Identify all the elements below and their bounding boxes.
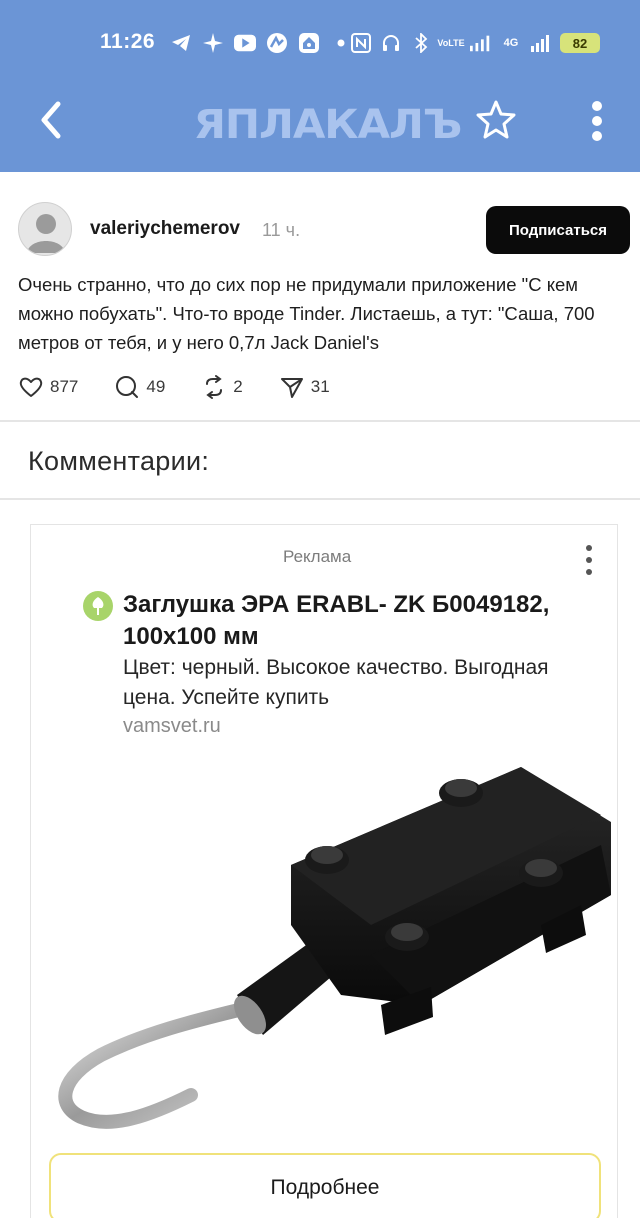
home-app-icon [298,32,320,54]
app-circle-icon [266,32,288,54]
repost-icon [206,375,223,399]
post-author[interactable]: valeriychemerov [90,218,240,240]
headphones-icon [380,32,402,54]
divider [0,498,640,500]
bluetooth-icon [410,32,432,54]
ad-menu-button[interactable] [583,543,595,577]
like-button[interactable]: 877 [18,374,78,400]
product-image[interactable] [41,755,616,1145]
ad-card[interactable]: Реклама Заглушка ЭРА ERABL- ZK Б0049182,… [30,524,618,1218]
status-time: 11:26 [100,30,156,53]
share-button[interactable]: 31 [279,374,330,400]
ad-description: Цвет: черный. Высокое качество. Выгодная… [123,656,549,709]
volte-label: VoLTE [437,37,465,48]
ad-title[interactable]: Заглушка ЭРА ERABL- ZK Б0049182, 100x100… [123,589,603,653]
divider [0,420,640,422]
system-icons: VoLTE 4G 82 [350,32,600,54]
site-logo[interactable]: ЯПЛАКАЛЪ [194,102,463,148]
comment-icon [116,376,139,398]
post-text: Очень странно, что до сих пор не придума… [18,274,595,353]
like-count: 877 [50,377,79,396]
ad-more-button[interactable]: Подробнее [49,1153,601,1218]
youtube-icon [234,32,256,54]
post-stats: 877 49 2 31 [18,372,366,402]
app-header: 11:26 VoLTE 4G 82 ЯПЛАКАЛЪ [0,0,640,172]
ad-label: Реклама [283,547,352,566]
status-bar: 11:26 VoLTE 4G 82 [0,28,640,60]
telegram-icon [170,32,192,54]
nav-bar: ЯПЛАКАЛЪ [0,88,640,154]
dot-icon [330,32,352,54]
notification-icons [170,32,352,54]
favorite-star-button[interactable] [474,98,518,142]
signal-icon [470,32,492,54]
comment-count: 49 [146,377,166,396]
sparkle-icon [202,32,224,54]
ad-domain[interactable]: vamsvet.ru [123,715,221,738]
repost-count: 2 [233,377,243,396]
signal-2-icon [530,32,552,54]
comments-title: Комментарии: [28,446,210,476]
network-4g-label: 4G [503,36,519,49]
repost-button[interactable]: 2 [201,374,243,400]
share-count: 31 [310,377,330,396]
avatar[interactable] [18,202,72,256]
advertiser-favicon-icon [83,591,113,621]
send-icon [280,378,303,398]
comment-button[interactable]: 49 [114,374,165,400]
nfc-icon [350,32,372,54]
heart-icon [19,377,43,397]
battery-indicator: 82 [560,33,600,53]
more-menu-button[interactable] [586,98,608,144]
subscribe-button[interactable]: Подписаться [486,206,630,254]
back-button[interactable] [36,100,66,140]
post-time: 11 ч. [262,220,301,240]
